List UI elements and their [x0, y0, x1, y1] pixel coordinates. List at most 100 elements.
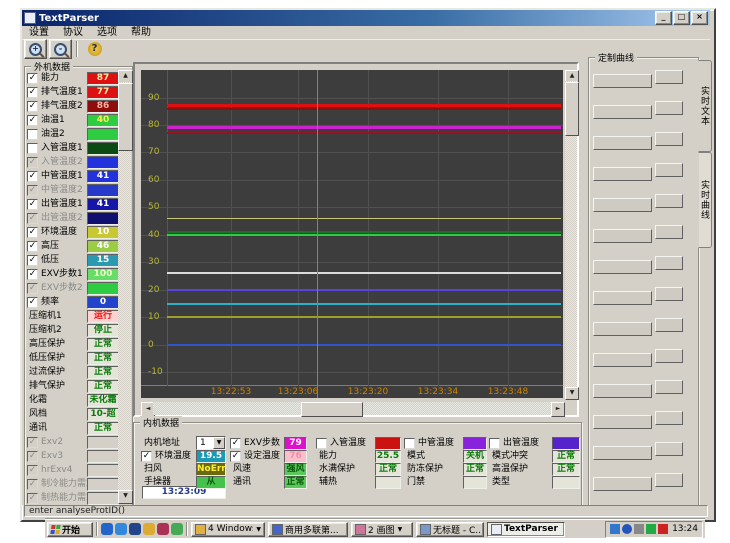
sidebar-checkbox[interactable]: ✓ — [27, 227, 38, 238]
sidebar-checkbox[interactable]: ✓ — [27, 269, 38, 280]
menu-item-1[interactable]: 协议 — [56, 26, 90, 39]
indoor-label: 门禁 — [404, 476, 425, 488]
chevron-down-icon[interactable]: ▼ — [398, 526, 403, 533]
tray-icon-5[interactable] — [658, 524, 668, 534]
indoor-checkbox[interactable] — [316, 438, 327, 449]
chevron-down-icon[interactable]: ▼ — [213, 437, 225, 449]
indoor-value-box: 79 — [284, 437, 307, 450]
chart-plot[interactable]: 9080706050403020100-1013:22:5313:23:0613… — [141, 70, 563, 398]
sidebar-item-label: 入管温度1 — [41, 143, 83, 153]
indoor-value-box: 正常 — [284, 476, 307, 489]
sidebar-empty-box — [87, 436, 119, 449]
chart-scroll-down-icon[interactable]: ▼ — [565, 387, 579, 400]
sidebar-scroll-thumb[interactable] — [118, 83, 133, 151]
indoor-address-value: 1 — [197, 438, 213, 449]
tab-realtime-curve[interactable]: 实时曲线 — [698, 152, 712, 248]
indoor-label-text: 能力 — [319, 451, 337, 461]
indoor-address-select[interactable]: 1▼ — [196, 436, 226, 450]
chevron-down-icon[interactable]: ▼ — [256, 526, 261, 533]
sidebar-checkbox[interactable]: ✓ — [27, 297, 38, 308]
custom-curve-slot — [593, 384, 652, 398]
indoor-checkbox[interactable]: ✓ — [230, 451, 241, 462]
sidebar-checkbox[interactable]: ✓ — [27, 199, 38, 210]
x-tick-label: 13:22:53 — [211, 387, 251, 397]
taskbar-button-0[interactable]: 4 Windows...▼ — [191, 522, 265, 537]
indoor-label: 中管温度 — [404, 437, 454, 449]
tray-icon-4[interactable] — [646, 524, 656, 534]
taskbar-button-1[interactable]: 商用多联第... — [268, 522, 348, 537]
taskbar-button-label: 无标题 - C... — [433, 523, 480, 536]
custom-curve-value-slot — [655, 225, 683, 239]
custom-curve-slot — [593, 353, 652, 367]
sidebar-checkbox[interactable]: ✓ — [27, 171, 38, 182]
start-button[interactable]: 开始 — [47, 522, 93, 537]
taskbar-button-icon — [355, 524, 366, 535]
indoor-label-text: 手操器 — [144, 477, 171, 487]
tray-icon-1[interactable] — [610, 524, 620, 534]
messenger-icon[interactable] — [171, 523, 183, 535]
sidebar-item-label: 入管温度2 — [41, 157, 83, 167]
sidebar-scroll-down-icon[interactable]: ▼ — [118, 490, 133, 504]
sidebar-status-row: 压缩机1 运行 — [27, 309, 119, 323]
tab-realtime-text[interactable]: 实时文本 — [698, 60, 712, 152]
indoor-label: 出管温度 — [489, 437, 539, 449]
taskbar-button-label: 2 画图 — [368, 523, 395, 536]
media-icon[interactable] — [143, 523, 155, 535]
plot-start-line — [167, 70, 168, 386]
sidebar-status-label: 压缩机1 — [29, 311, 62, 321]
indoor-checkbox[interactable] — [404, 438, 415, 449]
sidebar-checkbox[interactable]: ✓ — [27, 255, 38, 266]
tray-icon-3[interactable] — [634, 524, 644, 534]
minimize-button[interactable]: _ — [655, 11, 672, 25]
sidebar-checkbox[interactable]: ✓ — [27, 115, 38, 126]
sidebar-checkbox[interactable]: ✓ — [27, 101, 38, 112]
indoor-checkbox[interactable]: ✓ — [141, 451, 152, 462]
menu-item-0[interactable]: 设置 — [22, 26, 56, 39]
zoom-out-button[interactable]: - — [49, 39, 72, 59]
security-icon[interactable] — [157, 523, 169, 535]
custom-curve-value-slot — [655, 287, 683, 301]
sidebar-checkbox[interactable] — [27, 129, 38, 140]
indoor-checkbox[interactable]: ✓ — [230, 438, 241, 449]
chart-vscroll-thumb[interactable] — [565, 82, 579, 136]
taskbar-button-3[interactable]: 无标题 - C... — [416, 522, 484, 537]
indoor-value-box: 强风 — [284, 463, 307, 476]
y-tick-label: 30 — [148, 257, 159, 267]
mail-icon[interactable] — [115, 523, 127, 535]
indoor-label: ✓环境温度 — [141, 450, 191, 462]
sidebar-checkbox[interactable]: ✓ — [27, 73, 38, 84]
custom-curves-group: 定制曲线 — [588, 57, 699, 509]
sidebar-checkbox[interactable]: ✓ — [27, 241, 38, 252]
sidebar-checkbox[interactable]: ✓ — [27, 87, 38, 98]
custom-curve-value-slot — [655, 101, 683, 115]
zoom-in-button[interactable]: + — [24, 39, 47, 59]
custom-curve-value-slot — [655, 70, 683, 84]
taskbar-button-icon — [195, 524, 206, 535]
time-cursor[interactable] — [317, 70, 318, 398]
close-button[interactable]: × — [691, 11, 708, 25]
sidebar-checkbox[interactable] — [27, 143, 38, 154]
restore-button[interactable]: □ — [673, 11, 690, 25]
sidebar-status-label: 高压保护 — [29, 339, 65, 349]
msn-icon[interactable] — [129, 523, 141, 535]
custom-curve-value-slot — [655, 442, 683, 456]
taskbar-button-4[interactable]: TextParser — [487, 522, 565, 537]
sidebar-status-row: 低压保护正常 — [27, 351, 119, 365]
menu-item-3[interactable]: 帮助 — [124, 26, 158, 39]
y-tick-label: 0 — [148, 340, 154, 350]
custom-curve-slot — [593, 477, 652, 491]
indoor-label-text: 高温保护 — [492, 464, 528, 474]
sidebar-checkbox: ✓ — [27, 157, 38, 168]
y-gridline — [141, 262, 563, 263]
ie-icon[interactable] — [101, 523, 113, 535]
menu-item-2[interactable]: 选项 — [90, 26, 124, 39]
sidebar-status-value: 运行 — [87, 310, 119, 323]
chart-hscroll-thumb[interactable] — [301, 402, 363, 417]
indoor-checkbox[interactable] — [489, 438, 500, 449]
help-button[interactable]: ? — [84, 40, 105, 58]
chart-scroll-right-icon[interactable]: ► — [551, 402, 565, 417]
tray-icon-2[interactable] — [622, 524, 632, 534]
sidebar-value-box: 10 — [87, 226, 119, 239]
taskbar-button-2[interactable]: 2 画图▼ — [351, 522, 413, 537]
custom-curve-slot — [593, 198, 652, 212]
